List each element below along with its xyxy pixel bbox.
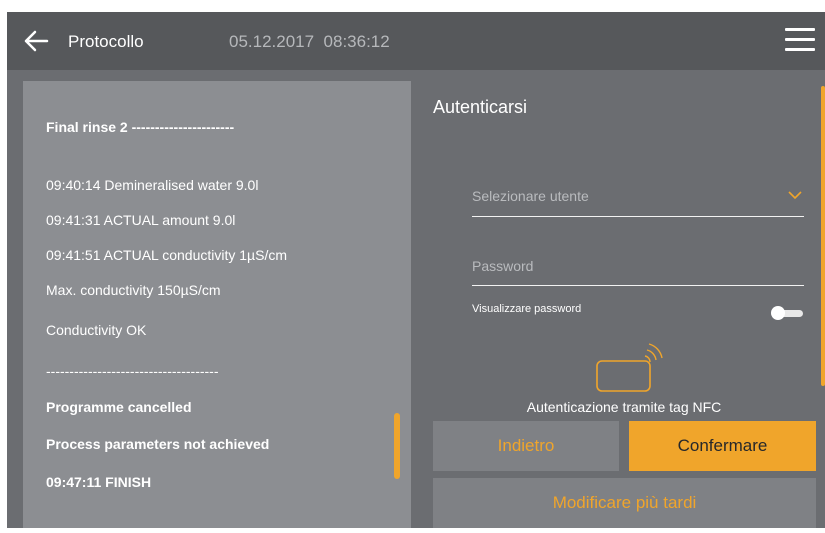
top-bar: Protocollo 05.12.2017 08:36:12	[7, 12, 825, 70]
auth-title: Autenticarsi	[433, 97, 528, 117]
log-line: Final rinse 2 ----------------------	[46, 119, 235, 135]
header-datetime: 05.12.2017 08:36:12	[229, 32, 390, 52]
show-password-toggle[interactable]	[771, 306, 803, 320]
log-line: Max. conductivity 150µS/cm	[46, 282, 221, 298]
log-line: 09:40:14 Demineralised water 9.0l	[46, 177, 259, 193]
log-line: Programme cancelled	[46, 399, 192, 415]
app-screen: Protocollo 05.12.2017 08:36:12 Final rin…	[7, 12, 825, 528]
chevron-down-icon[interactable]	[788, 191, 802, 200]
log-line: 09:47:11 FINISH	[46, 474, 152, 490]
show-password-label: Visualizzare password	[472, 303, 582, 315]
header-date: 05.12.2017	[229, 32, 315, 51]
user-select[interactable]: Selezionare utente	[472, 188, 804, 217]
form-scrollbar[interactable]	[821, 86, 825, 386]
password-placeholder: Password	[472, 258, 534, 274]
arrow-left-icon[interactable]	[21, 26, 51, 56]
log-line: Conductivity OK	[46, 322, 147, 338]
log-line: 09:41:51 ACTUAL conductivity 1µS/cm	[46, 247, 287, 263]
page-title: Protocollo	[68, 32, 144, 51]
log-line: 09:41:31 ACTUAL amount 9.0l	[46, 212, 236, 228]
nfc-auth-label: Autenticazione tramite tag NFC	[526, 399, 722, 415]
toggle-knob	[771, 306, 785, 320]
user-select-placeholder: Selezionare utente	[472, 188, 589, 204]
log-line: Process parameters not achieved	[46, 436, 270, 452]
confirm-button[interactable]: Confermare	[629, 421, 816, 471]
hamburger-menu-icon[interactable]	[785, 28, 815, 52]
nfc-tag-icon	[596, 343, 663, 392]
password-field[interactable]: Password	[472, 258, 804, 286]
log-line: -------------------------------------	[46, 363, 219, 379]
header-time: 08:36:12	[323, 32, 390, 51]
modify-later-button[interactable]: Modificare più tardi	[433, 478, 816, 528]
protocol-log-panel[interactable]: Final rinse 2 ---------------------- 09:4…	[23, 81, 411, 528]
back-button[interactable]: Indietro	[433, 421, 619, 471]
log-scrollbar[interactable]	[394, 413, 400, 479]
